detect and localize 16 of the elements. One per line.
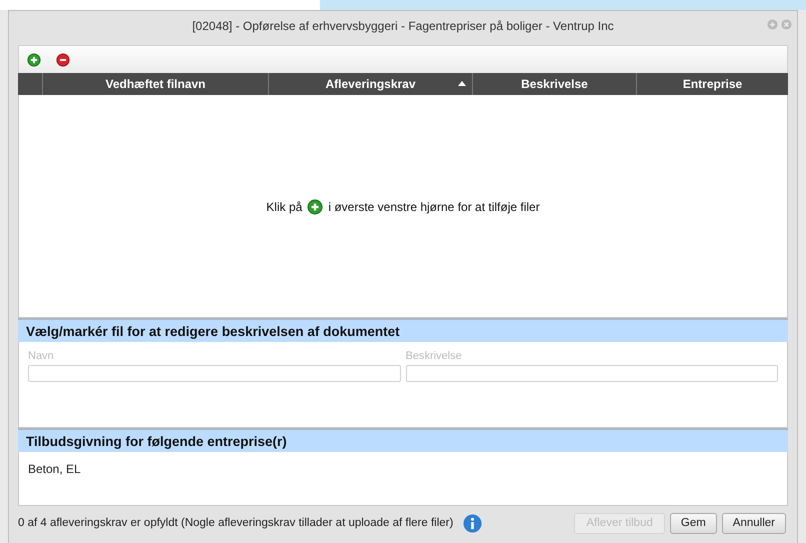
close-icon[interactable] <box>781 19 792 30</box>
field-label: Beskrivelse <box>406 350 463 362</box>
info-icon[interactable] <box>463 514 482 532</box>
entreprise-text: Beton, EL <box>28 462 81 476</box>
footer-button[interactable]: Gem <box>670 512 717 534</box>
add-icon <box>307 199 324 215</box>
section-heading: Tilbudsgivning for følgende entreprise(r) <box>18 428 788 452</box>
field-label: Navn <box>28 350 55 362</box>
section-heading: Vælg/markér fil for at redigere beskrivelsen af dokumentet <box>18 318 788 342</box>
empty-message: Klik på <box>266 200 302 214</box>
empty-message: i øverste venstre hjørne for at tilføje filer <box>328 200 540 214</box>
status-text: 0 af 4 afleveringskrav er opfyldt (Nogle afleveringskrav tillader at uploade af flere filer) <box>18 517 454 529</box>
add-icon[interactable] <box>27 52 41 66</box>
footer-button[interactable]: Annuller <box>722 512 786 534</box>
remove-icon[interactable] <box>56 52 70 66</box>
window-title: [02048] - Opførelse af erhvervsbyggeri - Fagentrepriser på boliger - Ventrup Inc <box>192 19 614 33</box>
